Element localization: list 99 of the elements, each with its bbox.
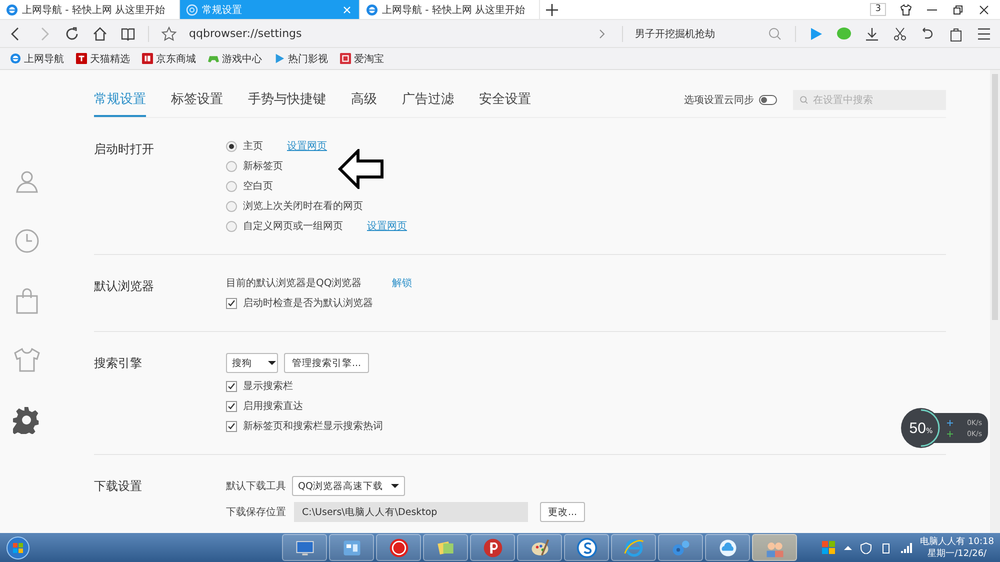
bookmark-link[interactable]: 热门影视 bbox=[288, 52, 328, 66]
square-icon bbox=[142, 53, 153, 64]
option-label: 启用搜索直达 bbox=[243, 400, 303, 413]
option-label: 新标签页和搜索栏显示搜索热词 bbox=[243, 420, 383, 433]
sync-label: 选项设置云同步 bbox=[684, 94, 754, 107]
field-label: 默认下载工具 bbox=[226, 480, 286, 493]
bookmark-link[interactable]: 爱淘宝 bbox=[354, 52, 384, 66]
checkbox[interactable] bbox=[226, 400, 237, 412]
arrow-icon bbox=[338, 149, 384, 189]
tray-arrow-icon[interactable] bbox=[844, 544, 852, 552]
play-icon[interactable] bbox=[808, 26, 824, 42]
change-button[interactable]: 更改... bbox=[540, 502, 586, 522]
option-label: 主页 bbox=[243, 140, 263, 153]
search-field[interactable]: 男子开挖掘机抢劫 bbox=[635, 26, 755, 40]
bag-icon[interactable] bbox=[948, 26, 964, 42]
windows-logo-icon[interactable] bbox=[822, 540, 836, 554]
app-icon bbox=[482, 536, 504, 558]
bookmark-link[interactable]: 京东商城 bbox=[156, 52, 196, 66]
book-icon[interactable] bbox=[120, 26, 136, 42]
radio-button[interactable] bbox=[226, 220, 237, 232]
play-icon bbox=[274, 53, 285, 64]
download-tool-dropdown[interactable]: QQ浏览器高速下载 bbox=[292, 476, 405, 496]
settings-tab[interactable]: 手势与快捷键 bbox=[248, 90, 326, 117]
taskbar-button[interactable] bbox=[329, 534, 374, 561]
option-label: 空白页 bbox=[243, 180, 273, 193]
bookmark-link[interactable]: 游戏中心 bbox=[222, 52, 262, 66]
section-title: 下载设置 bbox=[94, 478, 143, 495]
new-tab-icon[interactable] bbox=[546, 4, 558, 16]
gauge-percent: 50 bbox=[909, 420, 926, 436]
signal-icon[interactable] bbox=[900, 542, 912, 554]
scissors-icon[interactable] bbox=[892, 26, 908, 42]
checkbox[interactable] bbox=[226, 380, 237, 392]
sync-toggle[interactable] bbox=[759, 95, 777, 105]
circle-icon bbox=[388, 536, 410, 558]
checkbox[interactable] bbox=[226, 420, 237, 432]
browser-icon bbox=[6, 4, 18, 16]
option-label: 自定义网页或一组网页 bbox=[243, 220, 343, 233]
option-label: 浏览上次关闭时在看的网页 bbox=[243, 200, 363, 213]
browser-icon bbox=[10, 53, 21, 64]
browser-icon bbox=[366, 4, 378, 16]
section-title: 搜索引擎 bbox=[94, 355, 143, 372]
home-icon[interactable] bbox=[92, 26, 108, 42]
upload-icon bbox=[946, 420, 953, 426]
section-title: 默认浏览器 bbox=[94, 278, 155, 295]
browser-tab[interactable]: 上网导航 - 轻快上网 从这里开始 bbox=[360, 0, 540, 19]
bookmark-link[interactable]: 天猫精选 bbox=[90, 52, 130, 66]
clock-text[interactable]: 电脑人人有 10:18 bbox=[920, 536, 994, 548]
close-icon[interactable] bbox=[978, 4, 990, 16]
star-icon[interactable] bbox=[161, 26, 177, 42]
square-icon bbox=[76, 53, 87, 64]
scrollbar-thumb[interactable] bbox=[992, 74, 998, 320]
browser-icon bbox=[622, 536, 644, 558]
gamepad-icon bbox=[208, 53, 219, 64]
radio-button[interactable] bbox=[226, 200, 237, 212]
settings-search-field[interactable]: 在设置中搜索 bbox=[793, 90, 946, 110]
radio-button[interactable] bbox=[226, 180, 237, 192]
engine-dropdown[interactable]: 搜狗 bbox=[226, 353, 278, 373]
radio-button[interactable] bbox=[226, 160, 237, 172]
shirt-icon[interactable] bbox=[900, 4, 912, 16]
search-icon[interactable] bbox=[767, 26, 783, 42]
settings-icon bbox=[186, 4, 198, 16]
settings-icon[interactable] bbox=[13, 406, 41, 434]
shield-icon[interactable] bbox=[860, 542, 872, 554]
settings-tab[interactable]: 标签设置 bbox=[171, 90, 223, 117]
menu-icon[interactable] bbox=[976, 26, 992, 42]
option-label: 启动时检查是否为默认浏览器 bbox=[243, 296, 373, 310]
restore-icon[interactable] bbox=[952, 4, 964, 16]
search-icon bbox=[799, 95, 809, 105]
download-icon[interactable] bbox=[864, 26, 880, 42]
taskbar-button[interactable] bbox=[470, 534, 515, 561]
download-icon bbox=[946, 430, 953, 436]
status-text: 目前的默认浏览器是QQ浏览器 bbox=[226, 276, 362, 290]
reload-icon[interactable] bbox=[64, 26, 80, 42]
manage-button[interactable]: 管理搜索引擎... bbox=[284, 353, 370, 373]
bookmark-link[interactable]: 上网导航 bbox=[24, 52, 64, 66]
taskbar-button[interactable] bbox=[705, 534, 750, 561]
taskbar-button[interactable] bbox=[517, 534, 562, 561]
app-icon bbox=[576, 536, 598, 558]
field-label: 下载保存位置 bbox=[226, 506, 286, 519]
settings-tab[interactable]: 广告过滤 bbox=[402, 90, 454, 117]
square-icon bbox=[340, 53, 351, 64]
tab-count[interactable]: 3 bbox=[870, 3, 886, 16]
taskbar-button[interactable] bbox=[423, 534, 468, 561]
taskbar-button[interactable] bbox=[611, 534, 656, 561]
date-text[interactable]: 星期一/12/26/ bbox=[920, 548, 994, 560]
radio-button[interactable] bbox=[226, 140, 237, 152]
taskbar-button[interactable] bbox=[564, 534, 609, 561]
settings-tab[interactable]: 高级 bbox=[351, 90, 377, 117]
section-title: 启动时打开 bbox=[94, 141, 155, 158]
address-field[interactable]: qqbrowser://settings bbox=[189, 27, 302, 40]
path-field[interactable]: C:\Users\电脑人人有\Desktop bbox=[294, 502, 528, 522]
device-icon[interactable] bbox=[880, 542, 892, 554]
option-label: 新标签页 bbox=[243, 160, 283, 173]
checkbox[interactable] bbox=[226, 298, 237, 308]
taskbar-button[interactable] bbox=[376, 534, 421, 561]
taskbar-button[interactable] bbox=[282, 534, 327, 561]
start-button[interactable] bbox=[6, 536, 30, 560]
option-label: 显示搜索栏 bbox=[243, 380, 293, 393]
settings-tab[interactable]: 安全设置 bbox=[479, 90, 531, 117]
